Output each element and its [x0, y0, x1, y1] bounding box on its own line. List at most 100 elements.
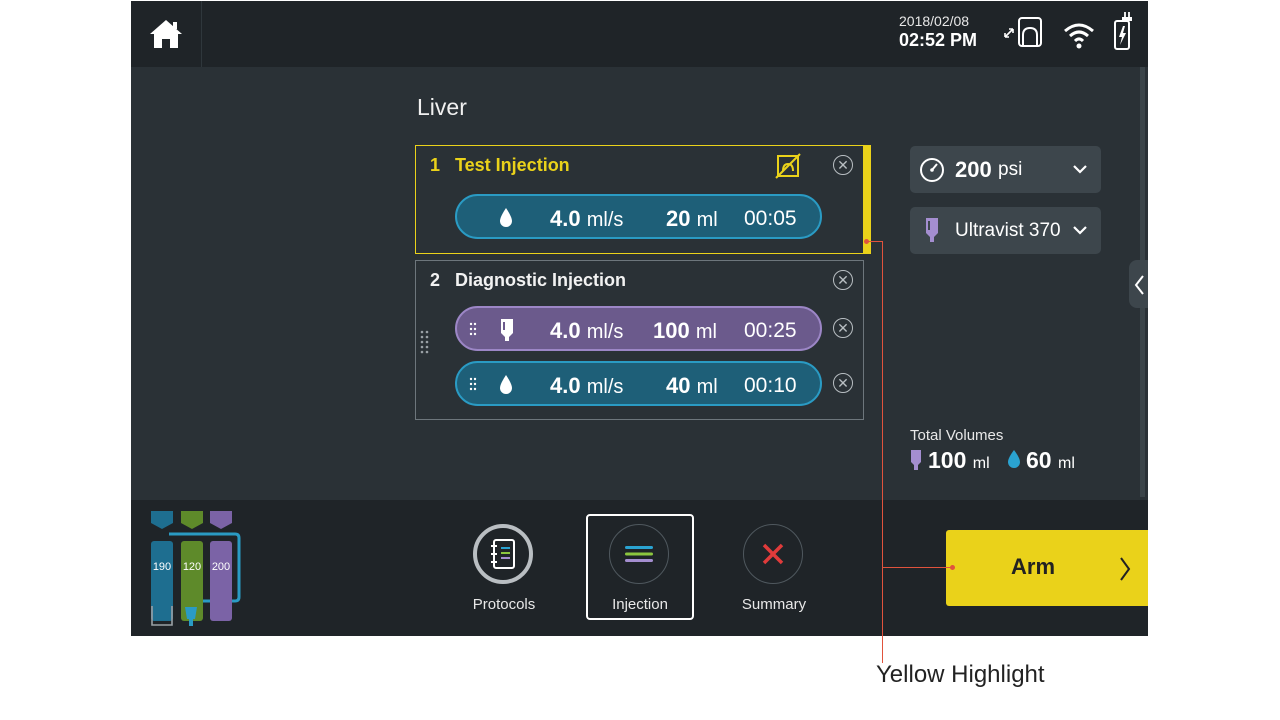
phase-1-card[interactable]: 1 Test Injection ✕ 4.0 ml/s 20 ml 00:05 [415, 145, 870, 254]
syringe-a-volume: 190 [153, 561, 171, 573]
callout-dot [950, 565, 955, 570]
flow-rate[interactable]: 4.0 ml/s [550, 318, 623, 344]
injector-link-icon[interactable] [1001, 15, 1047, 51]
contrast-agent-name: Ultravist 370 [955, 220, 1061, 241]
phase-1-step-1[interactable]: 4.0 ml/s 20 ml 00:05 [455, 194, 822, 239]
pressure-limit-dropdown[interactable]: 200 psi [910, 146, 1101, 193]
bottom-bar: 190 120 200 Protocols Injection Summary … [131, 500, 1148, 636]
step-drag-handle-icon[interactable] [469, 377, 477, 391]
phase-2-step-1[interactable]: 4.0 ml/s 100 ml 00:25 [455, 306, 822, 351]
date-text: 2018/02/08 [899, 13, 970, 29]
top-bar: 2018/02/08 02:52 PM [131, 1, 1148, 67]
rate-unit: ml/s [586, 376, 624, 398]
syringe-c-cap [210, 511, 232, 529]
phase-number: 2 [430, 270, 441, 290]
volume-value: 100 [653, 318, 690, 343]
summary-x-icon [762, 543, 784, 565]
syringe-a-cap [151, 511, 173, 529]
home-button[interactable] [131, 1, 202, 67]
pressure-gauge-icon [920, 158, 944, 182]
volume-value: 20 [666, 206, 691, 231]
saline-drop-icon [500, 208, 512, 227]
syringe-b-cap [181, 511, 203, 529]
contrast-bottle-icon [501, 319, 513, 341]
arm-button[interactable]: Arm [946, 530, 1148, 606]
yellow-highlight-bar [863, 145, 871, 254]
wifi-icon [1064, 23, 1094, 49]
duration[interactable]: 00:25 [744, 319, 797, 343]
callout-line [882, 567, 952, 568]
rate-value: 4.0 [550, 206, 581, 231]
callout-line [882, 241, 883, 663]
rate-unit: ml/s [586, 321, 624, 343]
pressure-unit: psi [998, 159, 1023, 180]
time-text: 02:52 PM [899, 30, 978, 50]
volume[interactable]: 20 ml [666, 206, 718, 232]
protocol-title: Liver [417, 94, 467, 120]
syringe-b-volume: 120 [183, 561, 201, 573]
saline-total-value: 60 [1026, 447, 1052, 473]
volume[interactable]: 40 ml [666, 373, 718, 399]
phase-2-step-2[interactable]: 4.0 ml/s 40 ml 00:10 [455, 361, 822, 406]
syringe-c-volume: 200 [212, 561, 230, 573]
contrast-bottle-icon [926, 218, 938, 242]
phase-name: Diagnostic Injection [455, 270, 627, 290]
delete-step-button[interactable]: ✕ [833, 318, 853, 338]
volume-unit: ml [695, 321, 717, 343]
contrast-total-value: 100 [928, 447, 967, 473]
chevron-left-icon [1134, 275, 1144, 295]
volume-unit: ml [696, 376, 718, 398]
volume-value: 40 [666, 373, 691, 398]
saline-drop-icon [500, 375, 512, 394]
rate-value: 4.0 [550, 318, 581, 343]
rate-value: 4.0 [550, 373, 581, 398]
saline-drop-icon [1008, 450, 1020, 468]
nav-injection-button[interactable]: Injection [586, 514, 694, 620]
total-saline-volume: 60 ml [1026, 447, 1075, 474]
arm-label: Arm [1011, 554, 1056, 579]
phase-2-card[interactable]: 2 Diagnostic Injection ✕ 4.0 ml/s 100 ml… [415, 260, 864, 420]
contrast-bottle-icon [911, 450, 921, 470]
flow-rate[interactable]: 4.0 ml/s [550, 206, 623, 232]
flow-rate[interactable]: 4.0 ml/s [550, 373, 623, 399]
total-volumes-label: Total Volumes [910, 427, 1004, 444]
callout-dot [864, 239, 869, 244]
syringe-status-widget[interactable]: 190 120 200 [149, 509, 243, 629]
injector-screen: 2018/02/08 02:52 PM Liver 1 Test Injecti… [131, 1, 1148, 636]
nav-protocols-button[interactable]: Protocols [450, 514, 558, 620]
battery-charging-icon [1114, 12, 1132, 50]
summary-circle [743, 524, 803, 584]
delete-step-button[interactable]: ✕ [833, 373, 853, 393]
syringe-c [210, 541, 232, 621]
nav-summary-button[interactable]: Summary [720, 514, 828, 620]
protocols-circle [473, 524, 533, 584]
phase-drag-handle-icon[interactable] [420, 330, 430, 354]
protocols-label: Protocols [472, 596, 536, 613]
contrast-total-unit: ml [972, 455, 990, 472]
rate-unit: ml/s [586, 209, 624, 231]
no-scan-icon[interactable] [775, 153, 801, 179]
side-panel-toggle[interactable] [1129, 260, 1148, 308]
phase-name: Test Injection [455, 155, 570, 175]
volume[interactable]: 100 ml [653, 318, 717, 344]
injection-label: Injection [612, 596, 668, 613]
delete-phase-2-button[interactable]: ✕ [833, 270, 853, 290]
tubing-connector-icon [185, 607, 197, 626]
saline-total-unit: ml [1057, 455, 1075, 472]
delete-phase-1-button[interactable]: ✕ [833, 155, 853, 175]
injection-circle [609, 524, 669, 584]
contrast-agent-dropdown[interactable]: Ultravist 370 [910, 207, 1101, 254]
summary-label: Summary [741, 596, 807, 613]
chevron-down-icon [1073, 226, 1087, 235]
datetime: 2018/02/08 02:52 PM [899, 14, 977, 49]
chevron-right-icon [1120, 557, 1131, 581]
volume-unit: ml [696, 209, 718, 231]
protocols-notebook-icon [491, 539, 515, 569]
duration[interactable]: 00:10 [744, 374, 797, 398]
duration[interactable]: 00:05 [744, 207, 797, 231]
chevron-down-icon [1073, 165, 1087, 174]
syringe-a [151, 541, 173, 621]
step-drag-handle-icon[interactable] [469, 322, 477, 336]
home-icon [150, 20, 182, 48]
pressure-value: 200 [955, 157, 992, 182]
